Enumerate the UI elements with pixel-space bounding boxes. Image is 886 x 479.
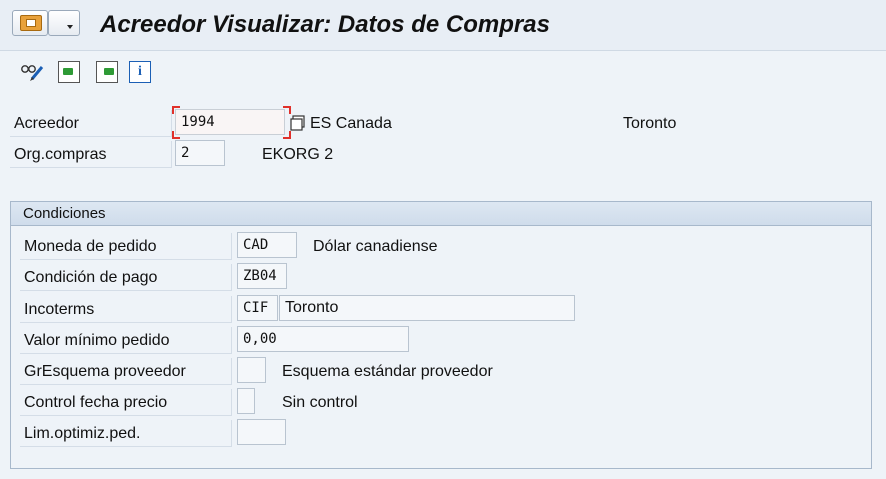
conditions-group-header: Condiciones [11,202,871,226]
incoterms-label: Incoterms [20,296,232,323]
application-toolbar: i [0,51,886,93]
vendor-city: Toronto [623,115,677,132]
system-menu-button[interactable] [12,10,48,36]
min-order-value-label: Valor mínimo pedido [20,327,232,354]
currency-text: Dólar canadiense [313,238,438,255]
focus-corner [283,131,291,139]
price-date-control-field[interactable] [237,388,255,414]
purchasing-org-label: Org.compras [10,141,172,168]
payment-terms-field[interactable]: ZB04 [237,263,287,289]
focus-corner [172,106,180,114]
purchasing-org-text: EKORG 2 [262,146,334,163]
incoterms-field-2[interactable]: Toronto [279,295,575,321]
currency-label: Moneda de pedido [20,233,232,260]
display-change-icon[interactable] [20,61,44,83]
vendor-field[interactable]: 1994 [175,109,285,135]
next-screen-icon[interactable] [96,61,118,83]
system-menu-dropdown[interactable] [48,10,80,36]
purchasing-org-field[interactable]: 2 [175,140,225,166]
order-optim-limit-label: Lim.optimiz.ped. [20,420,232,447]
schema-group-field[interactable] [237,357,266,383]
conditions-group-title: Condiciones [23,205,106,222]
page-title: Acreedor Visualizar: Datos de Compras [100,11,550,38]
price-date-control-text: Sin control [282,394,358,411]
vendor-label: Acreedor [10,110,172,137]
focus-corner [283,106,291,114]
vendor-name: ES Canada [310,115,392,132]
info-icon[interactable]: i [129,61,151,83]
focus-corner [172,131,180,139]
title-bar: Acreedor Visualizar: Datos de Compras [0,0,886,51]
order-optim-limit-field[interactable] [237,419,286,445]
menu-icon [20,15,42,31]
copy-icon[interactable] [290,115,305,131]
currency-field[interactable]: CAD [237,232,297,258]
price-date-control-label: Control fecha precio [20,389,232,416]
schema-group-text: Esquema estándar proveedor [282,363,493,380]
min-order-value-field[interactable]: 0,00 [237,326,409,352]
previous-screen-icon[interactable] [58,61,80,83]
incoterms-field-1[interactable]: CIF [237,295,278,321]
chevron-down-icon [67,25,73,29]
schema-group-label: GrEsquema proveedor [20,358,232,385]
payment-terms-label: Condición de pago [20,264,232,291]
